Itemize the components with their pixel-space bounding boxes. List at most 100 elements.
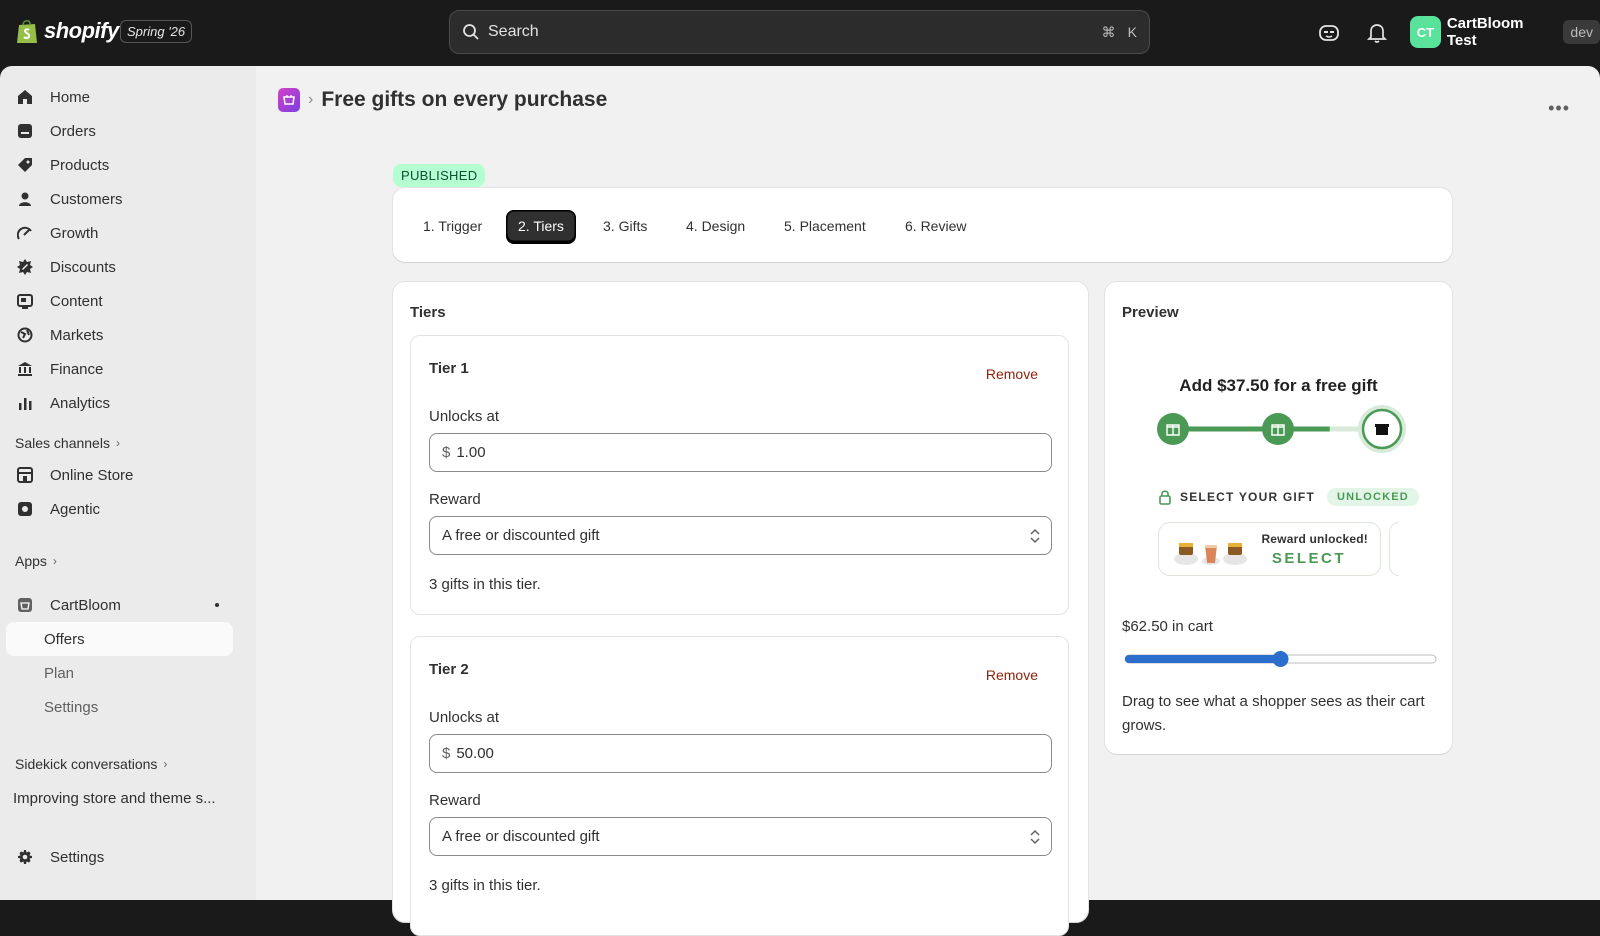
unlocks-at-input[interactable]: $ 50.00 bbox=[429, 734, 1052, 773]
sidebar-item-label: Settings bbox=[50, 848, 105, 866]
cartbloom-app-icon[interactable] bbox=[278, 88, 300, 112]
sales-channels-header[interactable]: Sales channels › bbox=[15, 435, 120, 451]
search-icon bbox=[463, 24, 479, 40]
edition-badge[interactable]: Spring '26 bbox=[120, 20, 193, 43]
bank-icon bbox=[16, 360, 34, 378]
select-arrows-icon bbox=[1030, 528, 1040, 544]
remove-tier-button[interactable]: Remove bbox=[986, 667, 1038, 683]
agentic-icon bbox=[16, 500, 34, 518]
page-title: Free gifts on every purchase bbox=[321, 88, 608, 111]
shortcut-cmd-key: ⌘ bbox=[1101, 23, 1116, 40]
top-bar: shopify Spring '26 Search ⌘ K CT CartBlo… bbox=[0, 0, 1600, 66]
shortcut-k-key: K bbox=[1127, 24, 1137, 40]
sidebar-item-customers[interactable]: Customers bbox=[6, 182, 233, 216]
sidebar-item-label: Agentic bbox=[50, 500, 101, 518]
cart-value-slider[interactable] bbox=[1124, 649, 1437, 669]
sidebar-item-label: Online Store bbox=[50, 466, 134, 484]
unlocks-at-label: Unlocks at bbox=[429, 709, 500, 726]
tab-gifts[interactable]: 3. Gifts bbox=[591, 210, 659, 242]
sidebar-item-app-settings[interactable]: Settings bbox=[6, 690, 233, 724]
sidebar-item-label: Orders bbox=[50, 122, 96, 140]
bell-icon[interactable] bbox=[1366, 22, 1388, 44]
chevron-right-icon: › bbox=[52, 554, 57, 568]
tab-tiers[interactable]: 2. Tiers bbox=[506, 210, 576, 242]
tiers-card-title: Tiers bbox=[410, 304, 446, 321]
reward-label: Reward bbox=[429, 491, 481, 508]
preview-card-title: Preview bbox=[1122, 304, 1179, 321]
tag-icon bbox=[16, 156, 34, 174]
sidebar-item-label: Finance bbox=[50, 360, 104, 378]
section-label: Sales channels bbox=[15, 435, 110, 451]
sidebar-item-cartbloom[interactable]: CartBloom bbox=[6, 588, 233, 622]
gift-option-card[interactable]: Reward unlocked! SELECT bbox=[1158, 522, 1381, 576]
tab-placement[interactable]: 5. Placement bbox=[772, 210, 878, 242]
store-icon bbox=[16, 466, 34, 484]
sidebar-item-offers[interactable]: Offers bbox=[6, 622, 233, 656]
tab-design[interactable]: 4. Design bbox=[674, 210, 757, 242]
sidebar-item-plan[interactable]: Plan bbox=[6, 656, 233, 690]
reward-unlocked-text: Reward unlocked! bbox=[1261, 532, 1368, 546]
search-bar[interactable]: Search ⌘ K bbox=[449, 10, 1150, 54]
search-placeholder: Search bbox=[488, 23, 539, 40]
select-gift-row: SELECT YOUR GIFT UNLOCKED bbox=[1158, 488, 1419, 506]
sidebar-item-label: Customers bbox=[50, 190, 123, 208]
tier-name: Tier 2 bbox=[429, 661, 469, 678]
globe-icon bbox=[16, 326, 34, 344]
reward-select[interactable]: A free or discounted gift bbox=[429, 516, 1052, 555]
env-badge: dev bbox=[1563, 20, 1600, 44]
lock-icon bbox=[1159, 490, 1171, 505]
more-actions-icon[interactable]: ••• bbox=[1548, 98, 1570, 119]
shopify-logo[interactable]: shopify bbox=[16, 18, 119, 44]
sidebar-item-online-store[interactable]: Online Store bbox=[6, 458, 233, 492]
sidebar-item-home[interactable]: Home bbox=[6, 80, 233, 114]
sidebar-item-label: Content bbox=[50, 292, 103, 310]
sidebar-item-settings[interactable]: Settings bbox=[6, 840, 233, 874]
shopify-bag-icon bbox=[17, 19, 37, 43]
section-label: Apps bbox=[15, 553, 47, 569]
sidebar-item-label: Plan bbox=[44, 664, 75, 682]
slider-handle[interactable] bbox=[1272, 651, 1289, 667]
tab-review[interactable]: 6. Review bbox=[893, 210, 978, 242]
tiers-card: Tiers Tier 1 Remove Unlocks at $ 1.00 Re… bbox=[393, 282, 1088, 936]
unlocked-badge: UNLOCKED bbox=[1327, 488, 1419, 506]
person-icon bbox=[16, 190, 34, 208]
slider-help-text: Drag to see what a shopper sees as their… bbox=[1122, 693, 1425, 734]
select-gift-button[interactable]: SELECT bbox=[1272, 550, 1346, 567]
tier-name: Tier 1 bbox=[429, 360, 469, 377]
sidekick-icon[interactable] bbox=[1318, 22, 1340, 44]
apps-header[interactable]: Apps › bbox=[15, 553, 57, 569]
sidebar-item-products[interactable]: Products bbox=[6, 148, 233, 182]
currency-prefix: $ bbox=[442, 444, 451, 461]
reward-select[interactable]: A free or discounted gift bbox=[429, 817, 1052, 856]
remove-tier-button[interactable]: Remove bbox=[986, 366, 1038, 382]
select-arrows-icon bbox=[1030, 829, 1040, 845]
sidebar-item-markets[interactable]: Markets bbox=[6, 318, 233, 352]
main-content: › Free gifts on every purchase ••• PUBLI… bbox=[256, 66, 1600, 936]
breadcrumb-separator-icon: › bbox=[308, 91, 314, 108]
growth-icon bbox=[16, 224, 34, 242]
section-label: Sidekick conversations bbox=[15, 756, 158, 772]
store-name: CartBloom Test bbox=[1446, 15, 1524, 49]
sidebar-item-analytics[interactable]: Analytics bbox=[6, 386, 233, 420]
sidebar-item-orders[interactable]: Orders bbox=[6, 114, 233, 148]
gear-icon bbox=[16, 848, 34, 866]
sidekick-header[interactable]: Sidekick conversations › bbox=[15, 756, 167, 772]
cartbloom-app-icon bbox=[16, 596, 34, 614]
sidebar-item-growth[interactable]: Growth bbox=[6, 216, 233, 250]
brand-wordmark: shopify bbox=[44, 18, 119, 43]
sidekick-conversation-item[interactable]: Improving store and theme s... bbox=[13, 790, 216, 807]
sidebar-item-content[interactable]: Content bbox=[6, 284, 233, 318]
sidebar-item-finance[interactable]: Finance bbox=[6, 352, 233, 386]
profile-menu[interactable]: CT CartBloom Test dev bbox=[1410, 15, 1600, 49]
unlocks-at-label: Unlocks at bbox=[429, 408, 500, 425]
conversation-label: Improving store and theme s... bbox=[13, 790, 216, 807]
sidebar-item-label: Offers bbox=[44, 630, 85, 648]
gift-thumbnails-icon bbox=[1174, 543, 1247, 565]
tab-trigger[interactable]: 1. Trigger bbox=[411, 210, 494, 242]
sidebar-item-label: Growth bbox=[50, 224, 99, 242]
sidebar-item-discounts[interactable]: Discounts bbox=[6, 250, 233, 284]
sidebar-item-agentic[interactable]: Agentic bbox=[6, 492, 233, 526]
unlocks-at-input[interactable]: $ 1.00 bbox=[429, 433, 1052, 472]
tier-2-panel: Tier 2 Remove Unlocks at $ 50.00 Reward … bbox=[410, 636, 1069, 936]
next-gift-card-peek[interactable] bbox=[1389, 522, 1399, 576]
